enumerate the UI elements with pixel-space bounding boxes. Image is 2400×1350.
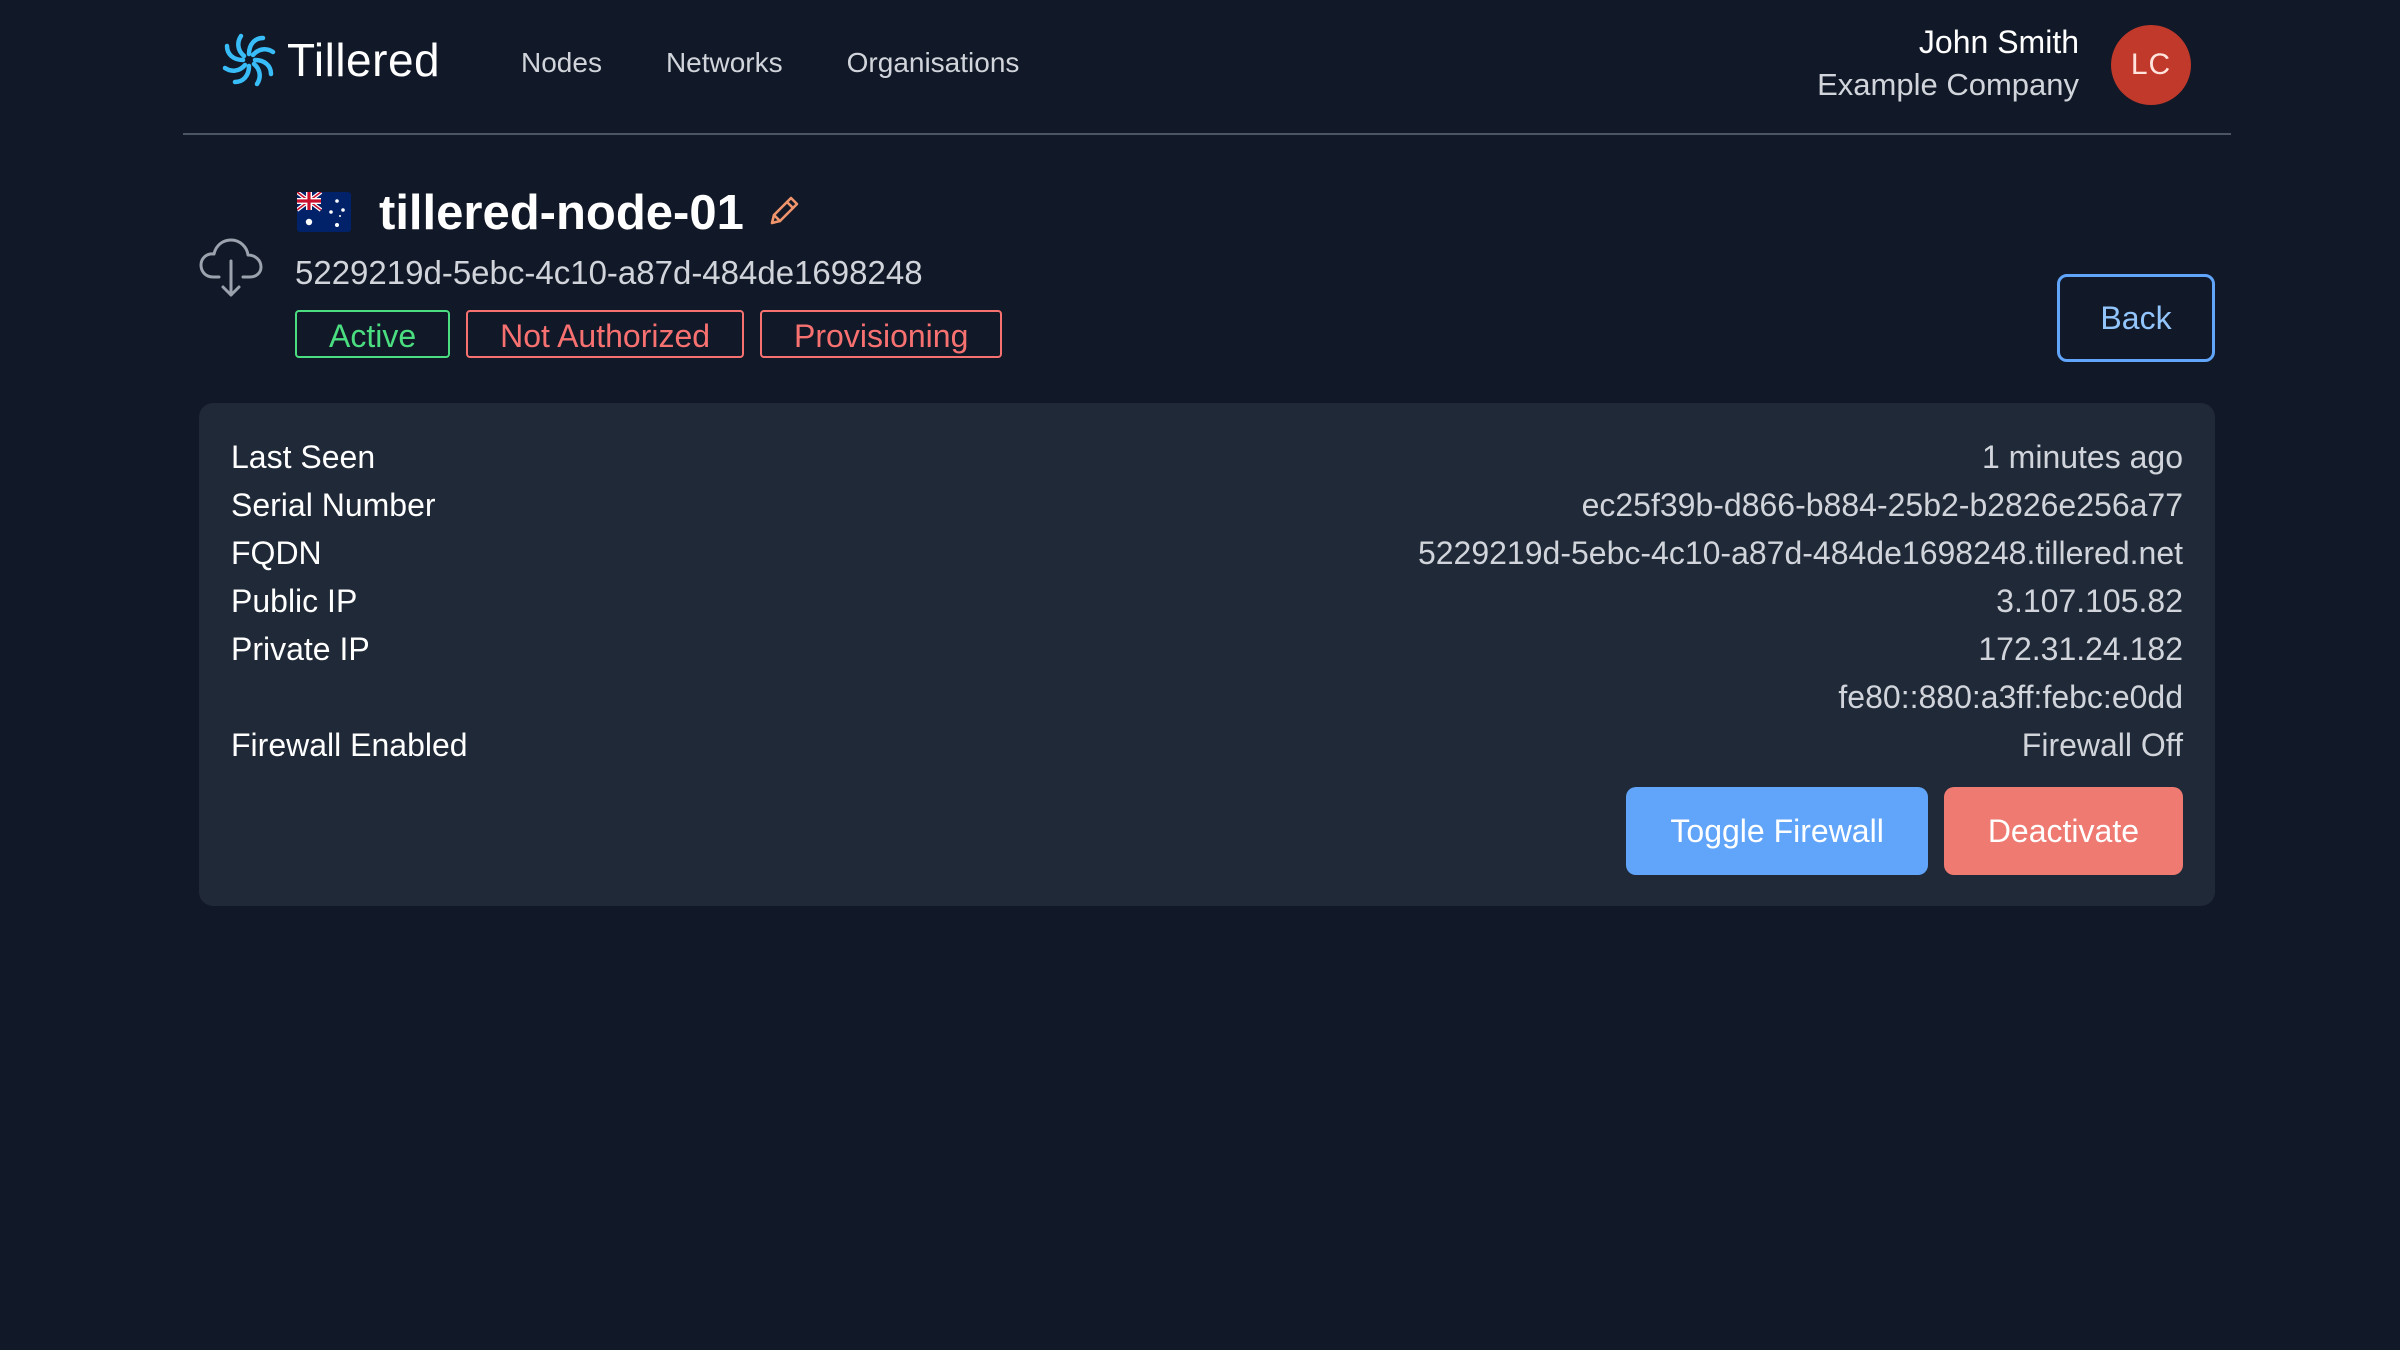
node-actions: Toggle Firewall Deactivate (1610, 787, 2183, 875)
firewall-status-value: Firewall Off (2021, 727, 2183, 763)
nav-item-networks[interactable]: Networks (666, 40, 783, 86)
node-title: tillered-node-01 (379, 186, 744, 240)
detail-row-private-ip: Private IP 172.31.24.182 (231, 625, 2183, 673)
deactivate-button[interactable]: Deactivate (1943, 787, 2183, 875)
public-ip-label: Public IP (231, 583, 358, 619)
tillered-logo-icon (222, 33, 276, 87)
detail-row-serial-number: Serial Number ec25f39b-d866-b884-25b2-b2… (231, 481, 2183, 529)
node-details-card: Last Seen 1 minutes ago Serial Number ec… (199, 403, 2215, 906)
main-nav: Nodes Networks Organisations (521, 40, 1083, 86)
user-company: Example Company (1817, 67, 2079, 102)
user-menu[interactable]: John Smith Example Company LC (1817, 22, 2191, 108)
avatar[interactable]: LC (2111, 25, 2191, 105)
back-button[interactable]: Back (2057, 274, 2215, 362)
detail-row-firewall: Firewall Enabled Firewall Off (231, 721, 2183, 769)
fqdn-label: FQDN (231, 535, 322, 571)
brand[interactable]: Tillered (219, 30, 440, 90)
app-container: Tillered Nodes Networks Organisations Jo… (183, 0, 2231, 906)
detail-row-private-ip-ipv6: fe80::880:a3ff:febc:e0dd (231, 673, 2183, 721)
detail-row-public-ip: Public IP 3.107.105.82 (231, 577, 2183, 625)
serial-number-label: Serial Number (231, 487, 436, 523)
detail-row-fqdn: FQDN 5229219d-5ebc-4c10-a87d-484de169824… (231, 529, 2183, 577)
nav-item-nodes[interactable]: Nodes (521, 40, 602, 86)
user-name: John Smith (1918, 24, 2079, 60)
cloud-download-icon (199, 238, 263, 297)
toggle-firewall-button[interactable]: Toggle Firewall (1626, 787, 1928, 875)
private-ip-value-ipv6: fe80::880:a3ff:febc:e0dd (1838, 679, 2183, 715)
brand-name: Tillered (287, 34, 441, 86)
public-ip-value: 3.107.105.82 (1996, 583, 2183, 619)
australia-flag-icon (297, 192, 351, 232)
status-badge-active: Active (295, 310, 451, 358)
node-header: tillered-node-01 5229219d-5ebc-4c10-a87d… (183, 135, 2231, 405)
status-badge-not-authorized: Not Authorized (466, 310, 745, 358)
private-ip-label: Private IP (231, 631, 370, 667)
last-seen-label: Last Seen (231, 439, 376, 475)
top-navbar: Tillered Nodes Networks Organisations Jo… (183, 0, 2231, 135)
serial-number-value: ec25f39b-d866-b884-25b2-b2826e256a77 (1581, 487, 2183, 523)
status-badge-provisioning: Provisioning (760, 310, 1003, 358)
fqdn-value: 5229219d-5ebc-4c10-a87d-484de1698248.til… (1417, 535, 2183, 571)
nav-item-organisations[interactable]: Organisations (847, 40, 1020, 86)
detail-row-last-seen: Last Seen 1 minutes ago (231, 433, 2183, 481)
firewall-enabled-label: Firewall Enabled (231, 727, 468, 763)
status-badges: Active Not Authorized Provisioning (295, 310, 1018, 358)
node-id: 5229219d-5ebc-4c10-a87d-484de1698248 (295, 254, 923, 291)
last-seen-value: 1 minutes ago (1981, 439, 2183, 475)
user-info: John Smith Example Company (1817, 22, 2079, 108)
private-ip-value-ipv4: 172.31.24.182 (1978, 631, 2183, 667)
pencil-icon[interactable] (766, 193, 802, 229)
